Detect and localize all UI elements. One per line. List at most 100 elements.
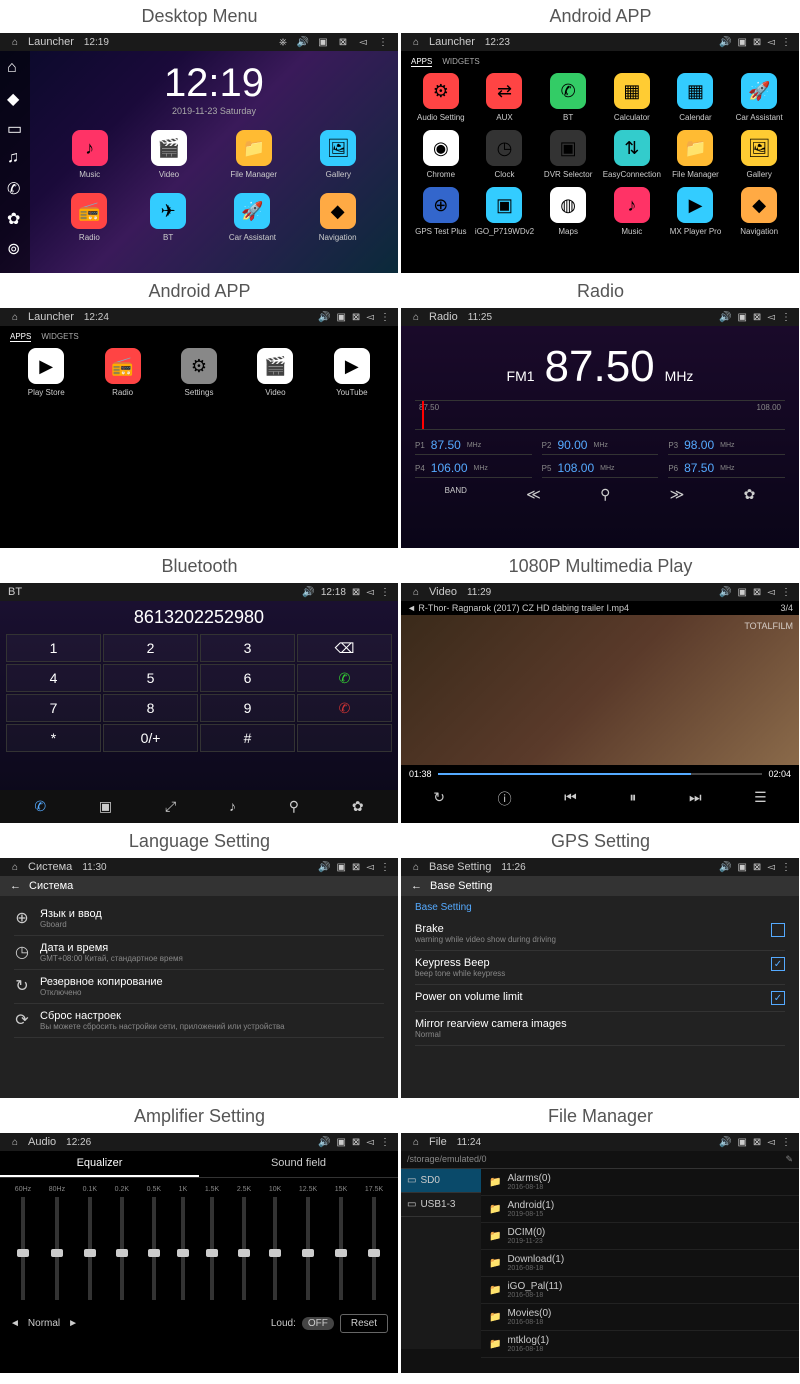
dialpad-key[interactable]: 5 xyxy=(103,664,198,692)
menu-icon[interactable]: ⋮ xyxy=(781,312,791,323)
app-item[interactable]: 🎬 Video xyxy=(151,130,187,179)
app-item[interactable]: 🚀 Car Assistant xyxy=(229,193,276,242)
back-arrow-icon[interactable]: ◄ R-Thor- Ragnarok (2017) CZ HD dabing t… xyxy=(407,603,629,613)
seek-fwd-icon[interactable]: ≫ xyxy=(670,486,685,503)
eq-slider[interactable] xyxy=(273,1197,277,1300)
video-frame[interactable]: TOTALFILM xyxy=(401,615,799,765)
tab-widgets[interactable]: WIDGETS xyxy=(41,332,78,342)
dialpad-key[interactable]: * xyxy=(6,724,101,752)
app-item[interactable]: ⚙ Settings xyxy=(163,348,235,397)
pause-icon[interactable]: ⏸ xyxy=(629,789,636,809)
dialpad-key[interactable]: 6 xyxy=(200,664,295,692)
menu-icon[interactable]: ⋮ xyxy=(380,1137,390,1148)
eq-slider[interactable] xyxy=(21,1197,25,1300)
back-icon[interactable]: ◅ xyxy=(366,587,374,598)
checkbox[interactable]: ✓ xyxy=(771,991,785,1005)
settings-item[interactable]: Mirror rearview camera imagesNormal xyxy=(415,1012,785,1046)
app-item[interactable]: 🖼 Gallery xyxy=(320,130,356,179)
file-row[interactable]: 📁 iGO_Pal(11)2016-08-18 xyxy=(481,1277,799,1304)
settings-item[interactable]: Power on volume limit ✓ xyxy=(415,985,785,1012)
tab-soundfield[interactable]: Sound field xyxy=(199,1151,398,1177)
file-row[interactable]: 📁 Alarms(0)2016-08-18 xyxy=(481,1169,799,1196)
settings-icon[interactable]: ✿ xyxy=(352,798,364,815)
loud-toggle[interactable]: OFF xyxy=(302,1317,334,1330)
tab-widgets[interactable]: WIDGETS xyxy=(442,57,479,67)
menu-icon[interactable]: ⋮ xyxy=(781,587,791,598)
volume-icon[interactable]: 🔊 xyxy=(318,1137,330,1148)
back-icon[interactable]: ◅ xyxy=(767,1137,775,1148)
dialpad-key[interactable]: 8 xyxy=(103,694,198,722)
tab-equalizer[interactable]: Equalizer xyxy=(0,1151,199,1177)
close-icon[interactable]: ⊠ xyxy=(352,312,360,323)
home-icon[interactable]: ⌂ xyxy=(409,585,423,599)
home-icon[interactable]: ⌂ xyxy=(409,35,423,49)
seek-back-icon[interactable]: ≪ xyxy=(526,486,541,503)
radio-preset[interactable]: P290.00MHz xyxy=(542,436,659,455)
checkbox[interactable] xyxy=(771,923,785,937)
volume-icon[interactable]: 🔊 xyxy=(318,312,330,323)
back-arrow-icon[interactable]: ← xyxy=(411,880,422,892)
back-icon[interactable]: ◅ xyxy=(767,312,775,323)
home-icon[interactable]: ⌂ xyxy=(409,1135,423,1149)
volume-icon[interactable]: 🔊 xyxy=(296,35,310,49)
settings-item[interactable]: Keypress Beepbeep tone while keypress ✓ xyxy=(415,951,785,985)
close-icon[interactable]: ⊠ xyxy=(352,1137,360,1148)
back-icon[interactable]: ◅ xyxy=(767,862,775,873)
reset-button[interactable]: Reset xyxy=(340,1314,388,1333)
eq-slider[interactable] xyxy=(88,1197,92,1300)
menu-icon[interactable]: ⋮ xyxy=(380,312,390,323)
close-icon[interactable]: ⊠ xyxy=(753,37,761,48)
app-item[interactable]: ▦ Calendar xyxy=(666,73,726,122)
radio-preset[interactable]: P398.00MHz xyxy=(668,436,785,455)
edit-icon[interactable]: ✎ xyxy=(785,1154,793,1165)
menu-icon[interactable]: ⋮ xyxy=(376,35,390,49)
progress-bar[interactable] xyxy=(438,773,763,775)
music-icon[interactable]: ♪ xyxy=(229,798,236,815)
eq-slider[interactable] xyxy=(152,1197,156,1300)
volume-icon[interactable]: 🔊 xyxy=(719,312,731,323)
close-icon[interactable]: ⊠ xyxy=(753,862,761,873)
phone-icon[interactable]: ✆ xyxy=(34,798,46,815)
app-item[interactable]: ◍ Maps xyxy=(538,187,598,236)
search-icon[interactable]: ⚲ xyxy=(289,798,299,815)
dialpad-key[interactable]: 1 xyxy=(6,634,101,662)
camera-icon[interactable]: ▣ xyxy=(737,312,746,323)
settings-item[interactable]: ⊕ Язык и вводGboard xyxy=(14,902,384,936)
app-item[interactable]: 🎬 Video xyxy=(239,348,311,397)
volume-icon[interactable]: 🔊 xyxy=(719,37,731,48)
home-icon[interactable]: ⌂ xyxy=(409,860,423,874)
eq-slider[interactable] xyxy=(242,1197,246,1300)
settings-icon[interactable]: ✿ xyxy=(7,209,23,225)
call-button[interactable]: ✆ xyxy=(297,664,392,692)
app-item[interactable]: 🖼 Gallery xyxy=(729,130,789,179)
repeat-icon[interactable]: ↻ xyxy=(433,789,445,809)
menu-icon[interactable]: ⋮ xyxy=(781,37,791,48)
scan-icon[interactable]: ⚲ xyxy=(600,486,610,503)
eq-slider[interactable] xyxy=(306,1197,310,1300)
eq-slider[interactable] xyxy=(210,1197,214,1300)
backspace-button[interactable]: ⌫ xyxy=(297,634,392,662)
app-item[interactable]: 🚀 Car Assistant xyxy=(729,73,789,122)
app-item[interactable]: ◆ Navigation xyxy=(729,187,789,236)
eq-slider[interactable] xyxy=(181,1197,185,1300)
home-icon[interactable]: ⌂ xyxy=(8,1135,22,1149)
playlist-icon[interactable]: ☰ xyxy=(754,789,767,809)
app-item[interactable]: ♪ Music xyxy=(72,130,108,179)
app-item[interactable]: ▦ Calculator xyxy=(602,73,662,122)
app-item[interactable]: ⊕ GPS Test Plus xyxy=(411,187,471,236)
camera-icon[interactable]: ▣ xyxy=(316,35,330,49)
menu-icon[interactable]: ⋮ xyxy=(380,862,390,873)
camera-icon[interactable]: ▣ xyxy=(737,587,746,598)
home-icon[interactable]: ⌂ xyxy=(8,35,22,49)
dialpad-key[interactable] xyxy=(297,724,392,752)
settings-icon[interactable]: ✿ xyxy=(744,486,756,503)
camera-icon[interactable]: ▣ xyxy=(336,1137,345,1148)
eq-slider[interactable] xyxy=(55,1197,59,1300)
home-icon[interactable]: ⌂ xyxy=(8,860,22,874)
menu-icon[interactable]: ⋮ xyxy=(781,1137,791,1148)
info-icon[interactable]: ⓘ xyxy=(498,789,512,809)
band-button[interactable]: BAND xyxy=(445,486,467,503)
volume-icon[interactable]: 🔊 xyxy=(302,587,314,598)
settings-item[interactable]: ⟳ Сброс настроекВы можете сбросить настр… xyxy=(14,1004,384,1038)
phone-icon[interactable]: ✆ xyxy=(7,179,23,195)
